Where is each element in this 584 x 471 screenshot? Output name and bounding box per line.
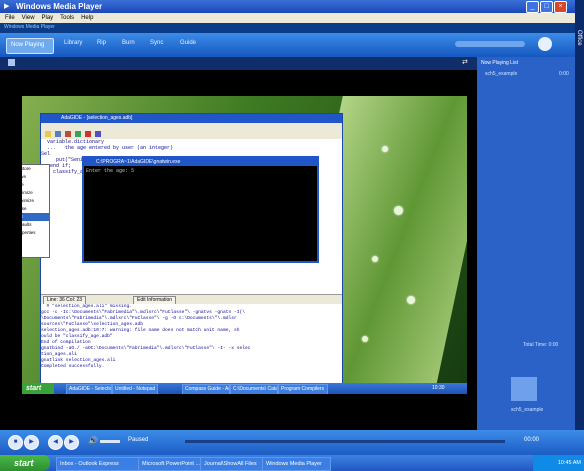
inner-start-button[interactable]: start (22, 383, 54, 394)
minimize-button[interactable]: _ (526, 1, 539, 13)
water-drop (394, 206, 403, 215)
inner-task-item[interactable]: Program Compilers (278, 384, 328, 394)
menu-item-move[interactable]: Move (22, 173, 49, 181)
menu-item-size[interactable]: Size (22, 181, 49, 189)
seek-bar[interactable] (185, 440, 505, 443)
secondary-bar: Windows Media Player (0, 23, 584, 33)
task-item-powerpoint[interactable]: Microsoft PowerPoint ... (138, 457, 201, 471)
wmp-logo-icon: ▶ (4, 3, 10, 10)
adagide-title-bar: AdaGIDE - [selection_ages.adb] (41, 114, 342, 123)
tab-burn[interactable]: Burn (122, 40, 135, 46)
volume-icon[interactable]: 🔊 (88, 436, 98, 445)
inner-task-item[interactable]: AdaGIDE - Selection... (66, 384, 112, 394)
album-art-icon (511, 377, 537, 401)
tab-library[interactable]: Library (64, 40, 82, 46)
console-output: Enter the age: 5 (86, 168, 135, 174)
title-bar: ▶ Windows Media Player _ □ × (0, 0, 584, 13)
playlist-duration: 0:00 (559, 71, 569, 77)
close-button[interactable]: × (554, 1, 567, 13)
wmp-orb-icon[interactable] (538, 37, 552, 51)
tab-now-playing-label: Now Playing (11, 42, 45, 48)
secondary-bar-text: Windows Media Player (4, 24, 55, 30)
run-icon[interactable] (85, 131, 91, 137)
menu-view[interactable]: View (22, 13, 35, 23)
menu-item-defaults[interactable]: Defaults (22, 221, 49, 229)
water-drop (407, 296, 415, 304)
menu-file[interactable]: File (5, 13, 15, 23)
adagide-status-tabs: Line: 36 Col: 23 Edit Information (41, 294, 342, 305)
context-menu: Restore Move Size Minimize Maximize Clos… (22, 164, 50, 258)
console-title-bar: C:\PROGRA~1\AdaGIDE\gnatwin.exe (84, 158, 317, 166)
play-icon[interactable]: ▶ (24, 435, 39, 450)
tab-now-playing[interactable]: Now Playing (6, 38, 54, 54)
console-window[interactable]: C:\PROGRA~1\AdaGIDE\gnatwin.exe Enter th… (82, 156, 319, 263)
cut-icon[interactable] (65, 131, 71, 137)
search-field[interactable] (455, 41, 525, 47)
window-title: Windows Media Player (16, 2, 103, 11)
water-drop (382, 146, 388, 152)
tab-rip[interactable]: Rip (97, 40, 106, 46)
playlist-name[interactable]: Now Playing List (481, 60, 518, 66)
build-icon[interactable] (75, 131, 81, 137)
inner-clock: 10:30 (432, 385, 445, 391)
menu-play[interactable]: Play (41, 13, 53, 23)
water-drop (372, 256, 378, 262)
inner-task-item[interactable]: Compass Guide - Ad... (182, 384, 230, 394)
start-button[interactable]: start (0, 455, 50, 471)
time-display: 00:00 (524, 437, 540, 443)
compiler-output: # "selection_ages.ali" missing. gcc -c -… (41, 304, 342, 384)
previous-icon[interactable]: ◀ (48, 435, 63, 450)
adagide-title: AdaGIDE - [selection_ages.adb] (61, 115, 133, 121)
system-tray: 10:45 AM (533, 455, 584, 471)
inner-task-item[interactable]: Untitled - Notepad (112, 384, 158, 394)
nav-bar: Now Playing Library Rip Burn Sync Guide (0, 33, 584, 57)
task-item-journal[interactable]: Journal\ShowAll Files (200, 457, 263, 471)
playlist-current[interactable]: sch5_example (485, 71, 517, 77)
maximize-button[interactable]: □ (540, 1, 553, 13)
office-strip: Office (575, 0, 584, 471)
debug-icon[interactable] (95, 131, 101, 137)
output-line: Completed successfully. (41, 364, 105, 369)
menu-item-minimize[interactable]: Minimize (22, 189, 49, 197)
menu-item-maximize[interactable]: Maximize (22, 197, 49, 205)
menu-tools[interactable]: Tools (60, 13, 74, 23)
total-time: Total Time: 0:00 (523, 342, 559, 348)
volume-slider[interactable] (100, 440, 120, 443)
playback-controls: ■ ▶ ◀ ▶ 🔊 Paused 00:00 (0, 430, 584, 455)
task-item-wmp[interactable]: Windows Media Player (262, 457, 331, 471)
water-drop (362, 336, 368, 342)
taskbar: start Inbox - Outlook Express Microsoft … (0, 455, 584, 471)
menu-item-close[interactable]: Close (22, 205, 49, 213)
menu-item-restore[interactable]: Restore (22, 165, 49, 173)
office-label: Office (576, 30, 582, 46)
menu-item-edit[interactable]: Edit (22, 213, 49, 221)
view-icon[interactable] (8, 59, 15, 66)
clock: 10:45 AM (557, 460, 581, 466)
tab-sync[interactable]: Sync (150, 40, 163, 46)
task-item-outlook[interactable]: Inbox - Outlook Express (56, 457, 139, 471)
open-icon[interactable] (45, 131, 51, 137)
status-text: Paused (128, 437, 149, 443)
menu-item-properties[interactable]: Properties (22, 229, 49, 237)
save-icon[interactable] (55, 131, 61, 137)
inner-task-item[interactable]: C:\Documents\ Catalog (230, 384, 278, 394)
stop-icon[interactable]: ■ (8, 435, 23, 450)
tab-guide[interactable]: Guide (180, 40, 196, 46)
album-label: sch5_example (511, 407, 544, 413)
inner-desktop-video: AdaGIDE - [selection_ages.adb] variable.… (22, 96, 467, 394)
console-title: C:\PROGRA~1\AdaGIDE\gnatwin.exe (96, 159, 181, 165)
menu-help[interactable]: Help (81, 13, 93, 23)
menu-bar: File View Play Tools Help (0, 13, 584, 23)
playlist-pane: Now Playing List sch5_example 0:00 Total… (477, 57, 575, 430)
next-icon[interactable]: ▶ (64, 435, 79, 450)
inner-taskbar: start AdaGIDE - Selection... Untitled - … (22, 383, 467, 394)
shuffle-icon[interactable]: ⇄ (462, 58, 468, 66)
